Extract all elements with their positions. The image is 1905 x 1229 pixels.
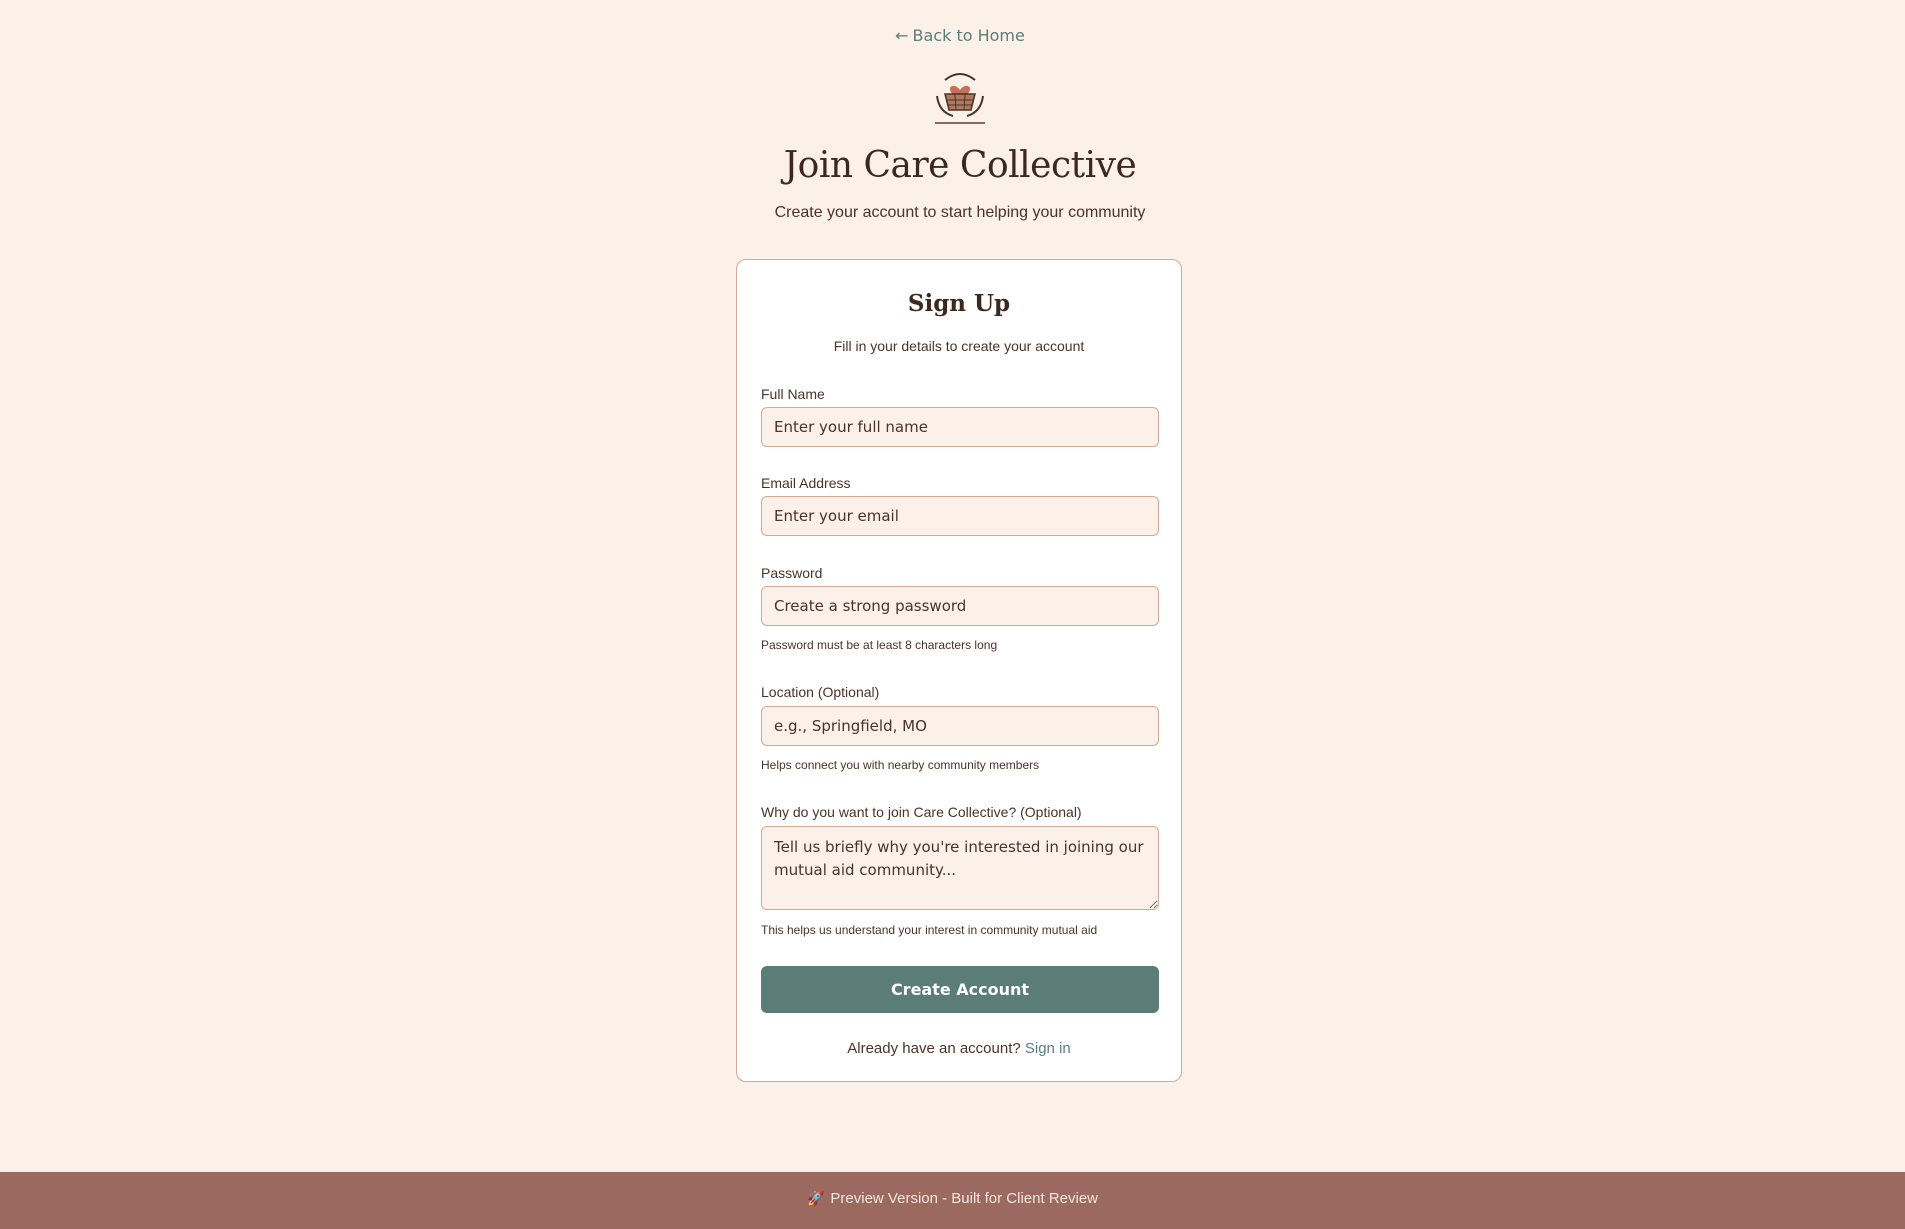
back-to-home-label: Back to Home — [912, 26, 1025, 45]
arrow-left-icon: ← — [895, 26, 909, 45]
location-hint: Helps connect you with nearby community … — [761, 758, 1040, 772]
signin-prompt: Already have an account? — [847, 1040, 1021, 1057]
email-input[interactable] — [761, 496, 1159, 536]
footer-banner: 🚀 Preview Version - Built for Client Revi… — [807, 1190, 1098, 1207]
full-name-input[interactable] — [761, 407, 1159, 447]
rocket-icon: 🚀 — [806, 1190, 825, 1206]
full-name-label: Full Name — [761, 386, 825, 402]
page-subtitle: Create your account to start helping you… — [774, 204, 1146, 221]
location-input[interactable] — [761, 706, 1159, 746]
create-account-button[interactable]: Create Account — [761, 966, 1159, 1013]
card-description: Fill in your details to create your acco… — [833, 338, 1085, 354]
sign-in-link[interactable]: Sign in — [1025, 1040, 1071, 1057]
password-input[interactable] — [761, 586, 1159, 626]
signup-page: ← Back to Home Join Care Collective Creat… — [0, 0, 1905, 1229]
signin-row: Already have an account? Sign in — [737, 1040, 1181, 1057]
password-label: Password — [761, 565, 823, 581]
basket-heart-icon — [935, 73, 985, 124]
reason-label: Why do you want to join Care Collective?… — [761, 804, 1082, 820]
back-to-home-link[interactable]: ← Back to Home — [0, 26, 1905, 45]
email-label: Email Address — [761, 475, 851, 491]
footer-text: Preview Version - Built for Client Revie… — [830, 1190, 1099, 1207]
preview-footer: 🚀 Preview Version - Built for Client Revi… — [0, 1172, 1905, 1229]
reason-textarea[interactable] — [761, 826, 1159, 910]
signup-card: Sign Up Fill in your details to create y… — [736, 259, 1182, 1082]
card-title: Sign Up — [907, 290, 1011, 317]
password-hint: Password must be at least 8 characters l… — [761, 638, 998, 652]
page-title: Join Care Collective — [783, 145, 1137, 186]
location-label: Location (Optional) — [761, 684, 880, 700]
care-collective-logo — [929, 70, 991, 128]
reason-hint: This helps us understand your interest i… — [761, 923, 1098, 937]
